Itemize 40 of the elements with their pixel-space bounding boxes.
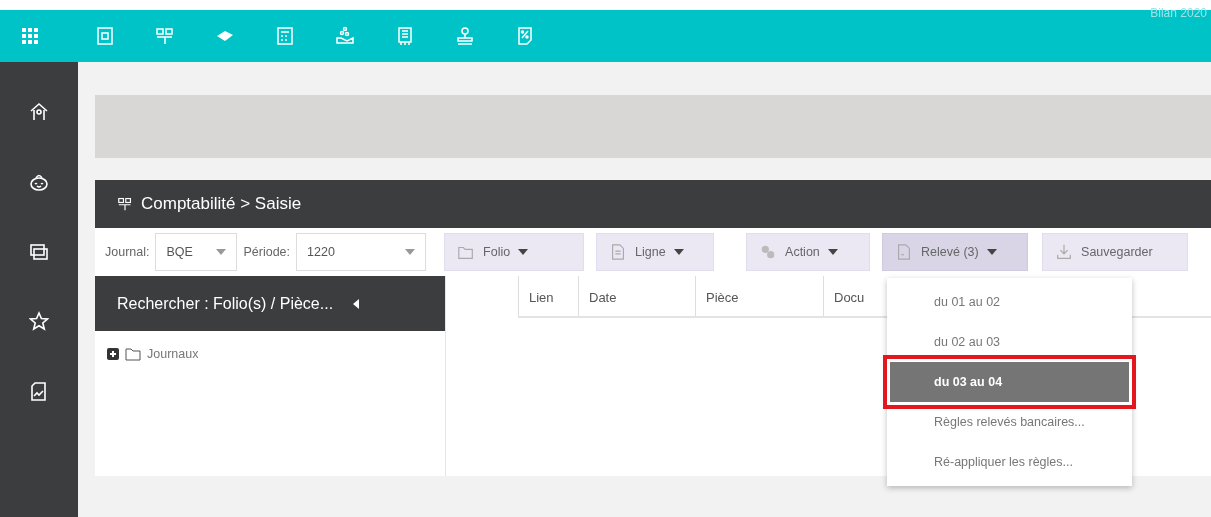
column-header[interactable]: Date — [578, 276, 695, 316]
calculator-icon[interactable] — [275, 26, 295, 46]
menu-item[interactable]: du 01 au 02 — [890, 282, 1129, 322]
caret-icon — [827, 249, 838, 255]
toolbar-button[interactable]: Action — [746, 233, 871, 271]
toolbar-button[interactable]: Sauvegarder — [1042, 233, 1189, 271]
panel-title: Rechercher : Folio(s) / Pièce... — [117, 293, 334, 314]
org-chart-icon — [117, 197, 133, 211]
menu-item[interactable]: Ré-appliquer les règles... — [890, 442, 1129, 482]
column-header[interactable]: Lien — [518, 276, 578, 316]
hand-coins-icon[interactable] — [335, 26, 355, 46]
star-icon[interactable] — [29, 310, 49, 332]
expand-icon[interactable] — [107, 348, 119, 361]
menu-item[interactable]: Règles relevés bancaires... — [890, 402, 1129, 442]
building-icon[interactable] — [395, 26, 415, 46]
column-header[interactable]: Pièce — [695, 276, 823, 316]
filter-label: Période: — [243, 243, 291, 261]
app-title: Bilan 2020 — [1150, 5, 1207, 22]
caret-icon — [673, 249, 684, 255]
toolbar-button[interactable]: Ligne — [596, 233, 715, 271]
filter-label: Journal: — [105, 243, 150, 261]
caret-icon — [986, 249, 997, 255]
select-field[interactable]: BQE — [155, 233, 238, 271]
toolbar-button[interactable]: Relevé (3) — [882, 233, 1029, 271]
menu-item[interactable]: du 02 au 03 — [890, 322, 1129, 362]
stamp-icon[interactable] — [455, 26, 475, 46]
column-header[interactable]: Docu — [823, 276, 883, 316]
tree-item[interactable]: Journaux — [147, 345, 199, 364]
grid-icon[interactable] — [20, 26, 40, 46]
collapse-icon[interactable] — [353, 298, 360, 309]
org-chart-icon[interactable] — [155, 26, 175, 46]
download-icon — [1055, 243, 1074, 261]
breadcrumb: Comptabilité > Saisie — [141, 193, 302, 216]
select-field[interactable]: 1220 — [296, 233, 427, 271]
chart-document-icon[interactable] — [29, 380, 49, 402]
caret-icon — [518, 249, 529, 255]
percent-document-icon[interactable] — [515, 26, 535, 46]
home-icon[interactable] — [29, 100, 49, 122]
toolbar-button[interactable]: Folio — [444, 233, 585, 271]
folder-icon — [125, 347, 141, 361]
